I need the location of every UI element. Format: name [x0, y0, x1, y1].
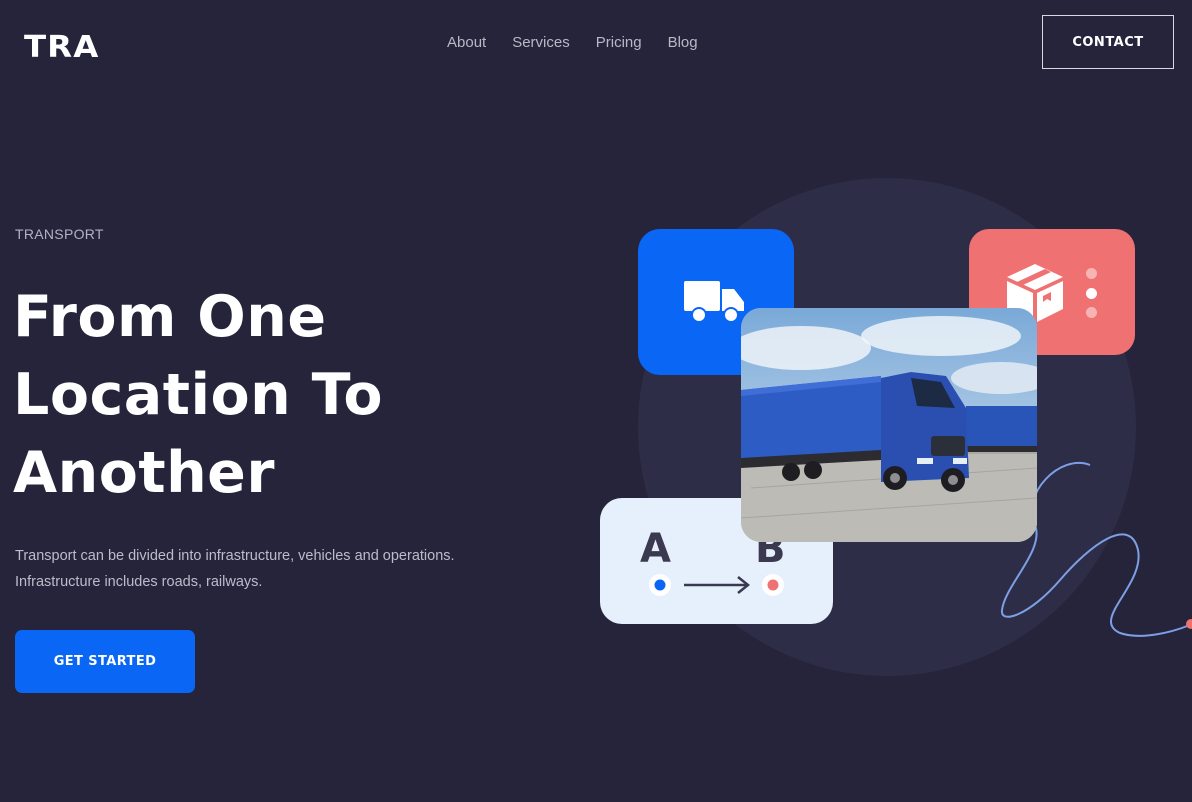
description-line-2: Infrastructure includes roads, railways. — [15, 574, 263, 590]
headline-line-3: Another — [13, 440, 275, 506]
hero-headline: From One Location To Another — [13, 278, 493, 512]
arrow-right-icon — [649, 574, 784, 596]
get-started-button[interactable]: GET STARTED — [15, 630, 195, 693]
truck-image — [741, 308, 1037, 542]
nav-about[interactable]: About — [447, 33, 486, 53]
headline-line-2: Location To — [13, 362, 384, 428]
route-origin-label: A — [640, 526, 671, 572]
truck-photo — [741, 308, 1037, 542]
logo[interactable]: TRA — [24, 31, 99, 65]
headline-line-1: From One — [13, 284, 327, 350]
truck-icon — [684, 281, 744, 323]
description-line-1: Transport can be divided into infrastruc… — [15, 548, 455, 564]
nav-services[interactable]: Services — [512, 33, 570, 53]
nav-blog[interactable]: Blog — [668, 33, 698, 53]
main-nav: About Services Pricing Blog — [447, 33, 698, 53]
section-eyebrow: TRANSPORT — [15, 226, 104, 242]
hero-description: Transport can be divided into infrastruc… — [15, 543, 515, 595]
nav-pricing[interactable]: Pricing — [596, 33, 642, 53]
contact-button[interactable]: CONTACT — [1042, 15, 1174, 69]
more-vertical-icon[interactable] — [1086, 268, 1098, 327]
